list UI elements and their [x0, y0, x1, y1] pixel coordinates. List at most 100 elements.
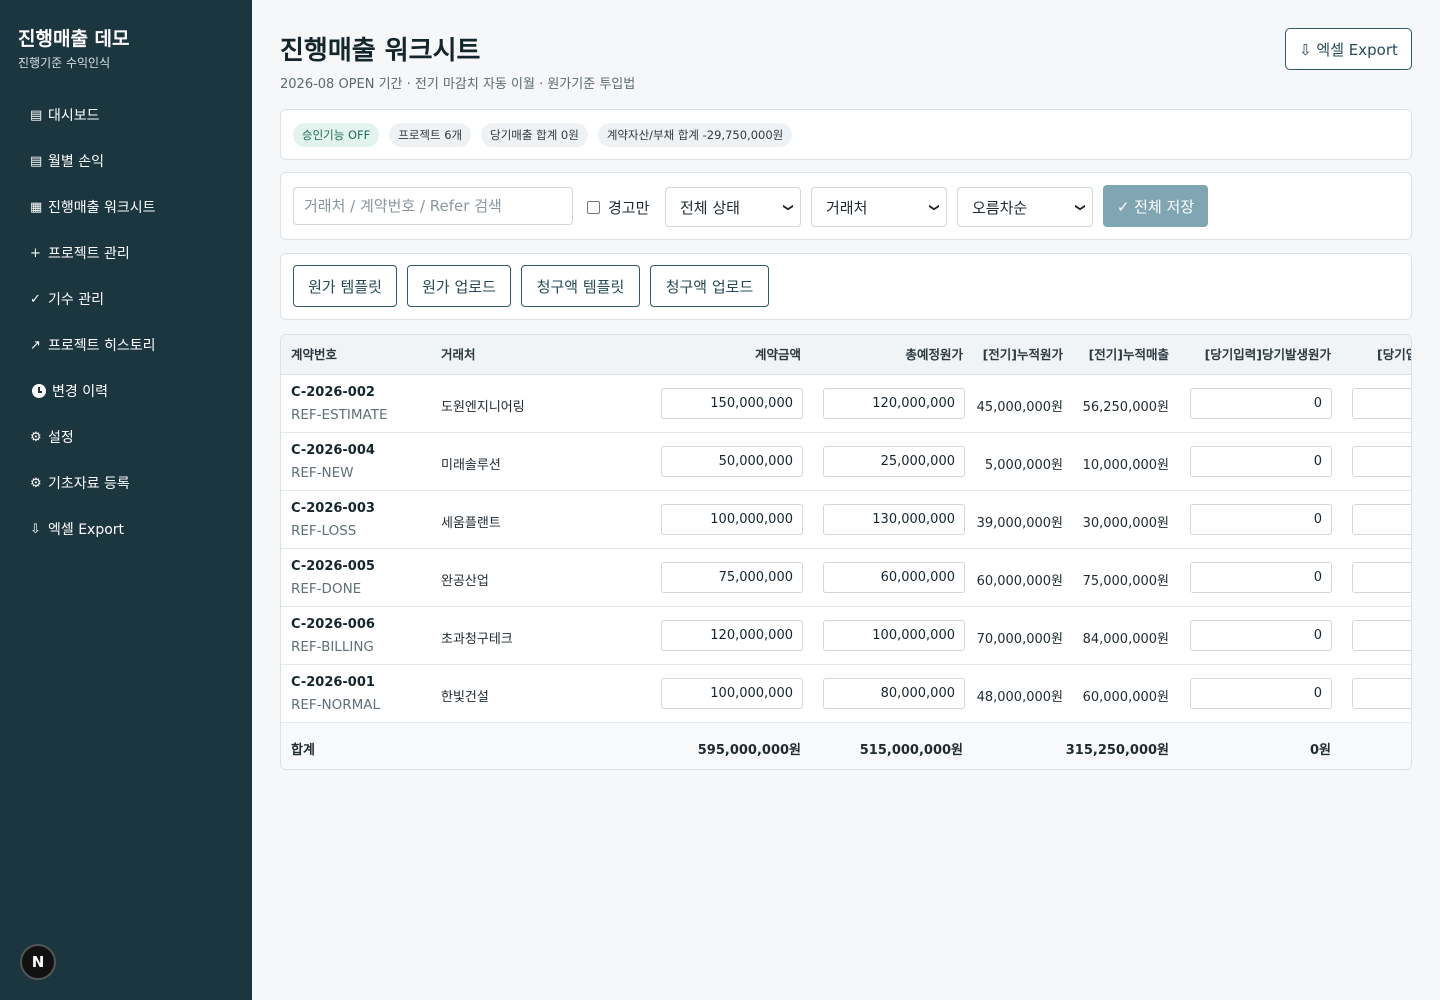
gear-icon: ⚙ [30, 429, 42, 445]
column-header-prior-cum-revenue[interactable]: [전기]누적매출 [1089, 335, 1169, 375]
worksheet-table: 계약번호 거래처 계약금액 총예정원가 [전기]누적원가 [전기]누적매출 [당… [280, 334, 1412, 770]
contract-amount-input[interactable]: 100,000,000 [661, 504, 803, 535]
status-badge: 프로젝트 6개 [389, 122, 472, 147]
contract-amount-input[interactable]: 120,000,000 [661, 620, 803, 651]
chevron-down-icon: ❯ [928, 202, 940, 212]
cost-template-button[interactable]: 원가 템플릿 [293, 265, 397, 307]
prior-cum-cost: 48,000,000원 [976, 690, 1063, 705]
column-header-estimated-cost[interactable]: 총예정원가 [905, 335, 963, 375]
sidebar-item-project-history[interactable]: ↗ 프로젝트 히스토리 [0, 322, 252, 368]
prior-cum-cost: 5,000,000원 [984, 458, 1063, 473]
current-cost-input[interactable]: 0 [1190, 504, 1332, 535]
client-select[interactable]: 거래처 ❯ [811, 187, 947, 227]
warning-only-label: 경고만 [608, 199, 650, 217]
column-header-contract-amount[interactable]: 계약금액 [755, 335, 801, 375]
sidebar-item-dashboard[interactable]: ▤ 대시보드 [0, 92, 252, 138]
column-header-current-more[interactable]: [당기입 [1377, 335, 1411, 375]
current-cost-input[interactable]: 0 [1190, 446, 1332, 477]
search-input[interactable] [293, 187, 573, 225]
upload-toolbar: 원가 템플릿 원가 업로드 청구액 템플릿 청구액 업로드 [280, 253, 1412, 320]
prior-cum-revenue: 30,000,000원 [1082, 516, 1169, 531]
sort-select[interactable]: 오름차순 ❯ [957, 187, 1093, 227]
current-cost-input[interactable]: 0 [1190, 678, 1332, 709]
refer-code: REF-DONE [291, 581, 362, 597]
sidebar-item-label: 설정 [48, 430, 74, 446]
current-cost-input[interactable]: 0 [1190, 562, 1332, 593]
billing-template-button[interactable]: 청구액 템플릿 [521, 265, 640, 307]
column-header-current-cost[interactable]: [당기입력]당기발생원가 [1205, 335, 1331, 375]
plus-icon: + [30, 245, 41, 261]
table-row: C-2026-006 REF-BILLING 초과청구테크 120,000,00… [281, 607, 1411, 665]
gear-icon: ⚙ [30, 475, 42, 491]
sidebar-item-label: 진행매출 워크시트 [48, 200, 156, 216]
sidebar-item-excel-export[interactable]: ⇩ 엑셀 Export [0, 506, 252, 552]
sidebar-item-change-log[interactable]: 변경 이력 [0, 368, 252, 414]
sort-select-value: 오름차순 [972, 198, 1028, 217]
current-cost-input[interactable]: 0 [1190, 620, 1332, 651]
column-header-contract-no[interactable]: 계약번호 [291, 335, 337, 375]
estimated-cost-input[interactable]: 100,000,000 [823, 620, 965, 651]
estimated-cost-input[interactable]: 130,000,000 [823, 504, 965, 535]
current-cost-input[interactable]: 0 [1190, 388, 1332, 419]
contract-id: C-2026-006 [291, 617, 375, 632]
prior-cum-cost: 60,000,000원 [976, 574, 1063, 589]
table-row: C-2026-002 REF-ESTIMATE 도원엔지니어링 150,000,… [281, 375, 1411, 433]
sidebar-item-settings[interactable]: ⚙ 설정 [0, 414, 252, 460]
grid-icon: ▦ [30, 199, 43, 215]
column-header-prior-cum-cost[interactable]: [전기]누적원가 [983, 335, 1063, 375]
sidebar-item-label: 기수 관리 [48, 292, 104, 308]
contract-id: C-2026-005 [291, 559, 375, 574]
current-next-input[interactable] [1352, 678, 1411, 709]
estimated-cost-input[interactable]: 60,000,000 [823, 562, 965, 593]
current-next-input[interactable] [1352, 388, 1411, 419]
sidebar-item-base-data[interactable]: ⚙ 기초자료 등록 [0, 460, 252, 506]
prior-cum-revenue: 84,000,000원 [1082, 632, 1169, 647]
table-row: C-2026-003 REF-LOSS 세움플랜트 100,000,000 13… [281, 491, 1411, 549]
sidebar-item-monthly-pnl[interactable]: ▤ 월별 손익 [0, 138, 252, 184]
contract-id: C-2026-001 [291, 675, 375, 690]
client-name: 미래솔루션 [441, 458, 501, 473]
prior-cum-cost: 45,000,000원 [976, 400, 1063, 415]
chevron-down-icon: ❯ [782, 202, 794, 212]
current-next-input[interactable] [1352, 504, 1411, 535]
current-next-input[interactable] [1352, 446, 1411, 477]
excel-export-button[interactable]: ⇩ 엑셀 Export [1285, 28, 1412, 70]
sidebar-item-worksheet[interactable]: ▦ 진행매출 워크시트 [0, 184, 252, 230]
cost-upload-button[interactable]: 원가 업로드 [407, 265, 511, 307]
chevron-down-icon: ❯ [1074, 202, 1086, 212]
status-select[interactable]: 전체 상태 ❯ [665, 187, 801, 227]
sidebar-item-label: 프로젝트 관리 [48, 246, 130, 262]
table-row: C-2026-004 REF-NEW 미래솔루션 50,000,000 25,0… [281, 433, 1411, 491]
sidebar: 진행매출 데모 진행기준 수익인식 ▤ 대시보드 ▤ 월별 손익 ▦ 진행매출 워크시… [0, 0, 252, 1000]
sidebar-item-period-management[interactable]: ✓ 기수 관리 [0, 276, 252, 322]
brand-title: 진행매출 데모 [18, 28, 130, 50]
column-header-client[interactable]: 거래처 [441, 335, 476, 375]
current-next-input[interactable] [1352, 620, 1411, 651]
prior-cum-revenue: 75,000,000원 [1082, 574, 1169, 589]
warning-only-checkbox[interactable] [587, 201, 600, 214]
table-header: 계약번호 거래처 계약금액 총예정원가 [전기]누적원가 [전기]누적매출 [당… [281, 335, 1411, 375]
contract-amount-input[interactable]: 150,000,000 [661, 388, 803, 419]
estimated-cost-input[interactable]: 80,000,000 [823, 678, 965, 709]
filter-bar: 경고만 전체 상태 ❯ 거래처 ❯ 오름차순 ❯ ✓ 전체 저장 [280, 172, 1412, 240]
estimated-cost-input[interactable]: 25,000,000 [823, 446, 965, 477]
billing-upload-button[interactable]: 청구액 업로드 [650, 265, 769, 307]
client-name: 세움플랜트 [441, 516, 501, 531]
framework-badge[interactable]: N [20, 944, 56, 980]
save-all-button[interactable]: ✓ 전체 저장 [1103, 185, 1208, 227]
warning-only-toggle[interactable]: 경고만 [587, 197, 649, 218]
client-name: 초과청구테크 [441, 632, 513, 647]
current-next-input[interactable] [1352, 562, 1411, 593]
total-contract-amount: 595,000,000원 [697, 743, 801, 758]
sidebar-item-project-management[interactable]: + 프로젝트 관리 [0, 230, 252, 276]
status-select-value: 전체 상태 [680, 198, 740, 217]
contract-amount-input[interactable]: 75,000,000 [661, 562, 803, 593]
contract-amount-input[interactable]: 100,000,000 [661, 678, 803, 709]
sidebar-item-label: 대시보드 [48, 108, 100, 124]
totals-row: 합계 595,000,000원 515,000,000원 315,250,000… [281, 723, 1411, 769]
contract-amount-input[interactable]: 50,000,000 [661, 446, 803, 477]
estimated-cost-input[interactable]: 120,000,000 [823, 388, 965, 419]
totals-label: 합계 [291, 743, 315, 758]
download-icon: ⇩ [30, 521, 41, 537]
refer-code: REF-BILLING [291, 639, 374, 655]
